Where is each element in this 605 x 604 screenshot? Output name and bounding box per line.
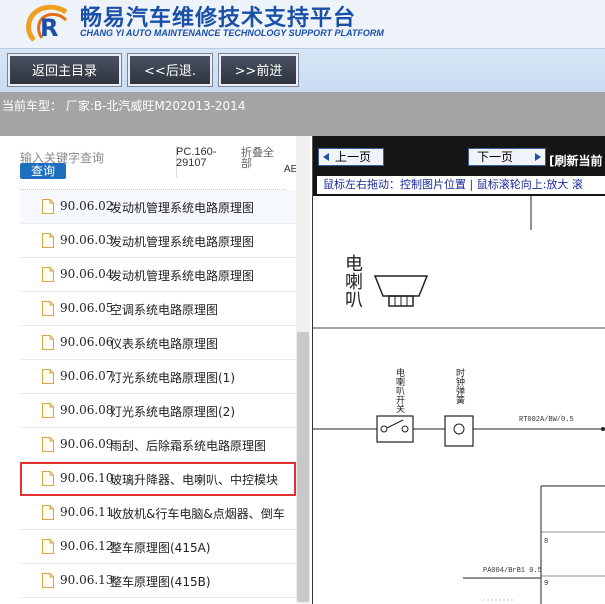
file-name: 整车原理图(415A) — [110, 541, 211, 555]
file-name: 发动机管理系统电路原理图 — [110, 269, 255, 283]
horn-switch-label: 电喇叭开关 — [394, 368, 404, 413]
refresh-button[interactable]: [刷新当前 — [549, 152, 603, 169]
app-window: R 畅易汽车维修技术支持平台 CHANG YI AUTO MAINTENANCE… — [0, 0, 605, 604]
document-icon — [42, 301, 54, 316]
next-page-button[interactable]: 下一页 — [468, 148, 546, 166]
file-list-item[interactable]: 90.06.13 整车原理图(415B) — [20, 564, 296, 598]
file-list-item[interactable]: 90.06.05 空调系统电路原理图 — [20, 292, 296, 326]
file-list-item[interactable]: 90.06.03 发动机管理系统电路原理图 — [20, 224, 296, 258]
horn-speaker-icon — [373, 275, 429, 297]
document-icon — [42, 471, 54, 486]
current-vehicle-label: 当前车型： 厂家:B-北汽威旺M202013-2014 — [2, 99, 246, 113]
pin-number-label: 8 — [544, 538, 549, 546]
clock-spring-coil — [453, 423, 465, 435]
document-icon — [42, 233, 54, 248]
document-icon — [42, 573, 54, 588]
file-list: 90.06.02 发动机管理系统电路原理图 90.06.03 发动机管理系统电路原理图… — [20, 190, 296, 598]
file-name: 发动机管理系统电路原理图 — [110, 201, 255, 215]
file-code: 90.06.08 — [60, 403, 114, 417]
file-name: 整车原理图(415B) — [110, 575, 211, 589]
document-icon — [42, 267, 54, 282]
arrow-right-icon — [535, 153, 541, 161]
switch-contact — [401, 425, 409, 433]
file-name: 收放机&行车电脑&点烟器、倒车 — [110, 507, 285, 521]
document-icon — [42, 505, 54, 520]
next-page-label: 下一页 — [477, 150, 514, 164]
document-icon — [42, 199, 54, 214]
prev-page-button[interactable]: 上一页 — [318, 148, 384, 166]
file-code: 90.06.05 — [60, 301, 114, 315]
file-list-item[interactable]: 90.06.08 灯光系统电路原理图(2) — [20, 394, 296, 428]
file-code: 90.06.07 — [60, 369, 114, 383]
switch-contact — [380, 425, 388, 433]
file-name: 玻璃升降器、电喇叭、中控模块 — [110, 473, 279, 487]
file-name: 雨刮、后除霜系统电路原理图 — [110, 439, 267, 453]
file-code: 90.06.13 — [60, 573, 114, 587]
file-list-item[interactable]: 90.06.11 收放机&行车电脑&点烟器、倒车 — [20, 496, 296, 530]
file-code: 90.06.03 — [60, 233, 114, 247]
file-list-item[interactable]: 90.06.04 发动机管理系统电路原理图 — [20, 258, 296, 292]
forward-button[interactable]: >>前进 — [219, 54, 298, 86]
arrow-left-icon — [323, 153, 329, 161]
diagram-title: 电喇叭 — [342, 254, 363, 308]
clock-spring-symbol — [444, 415, 474, 447]
svg-text:R: R — [40, 14, 58, 42]
file-code: 90.06.12 — [60, 539, 114, 553]
file-tree-panel: 输入关键字查询 查询 PC.160-29107 折叠全部 AE 90.06.02… — [0, 136, 310, 604]
file-code: 90.06.11 — [60, 505, 114, 519]
file-code: 90.06.04 — [60, 267, 114, 281]
document-icon — [42, 335, 54, 350]
file-name: 灯光系统电路原理图(2) — [110, 405, 235, 419]
app-header: R 畅易汽车维修技术支持平台 CHANG YI AUTO MAINTENANCE… — [0, 0, 605, 48]
main-toolbar: 返回主目录 <<后退. >>前进 — [0, 48, 605, 92]
collapse-all-button[interactable]: 折叠全部 — [241, 147, 281, 169]
clock-spring-label: 时钟弹簧 — [454, 368, 464, 404]
file-list-item[interactable]: 90.06.06 仪表系统电路原理图 — [20, 326, 296, 360]
prev-page-label: 上一页 — [335, 150, 372, 164]
document-icon — [42, 369, 54, 384]
wire-code-label: PA004/BrB1 0.5 — [483, 567, 542, 575]
file-list-item[interactable]: 90.06.10 玻璃升降器、电喇叭、中控模块 — [20, 462, 296, 496]
home-button[interactable]: 返回主目录 — [8, 54, 121, 86]
brand-subtitle: CHANG YI AUTO MAINTENANCE TECHNOLOGY SUP… — [80, 28, 384, 38]
file-list-scrollbar[interactable] — [296, 136, 310, 604]
cy-logo-icon: R — [26, 4, 68, 42]
file-code: 90.06.09 — [60, 437, 114, 451]
viewer-toolbar: 上一页 下一页 [刷新当前 鼠标左右拖动：控制图片位置 | 鼠标滚轮向上:放大 … — [312, 136, 605, 196]
doc-code-label: PC.160-29107 — [176, 146, 217, 169]
switch-lever — [386, 419, 404, 429]
diagram-viewer: 上一页 下一页 [刷新当前 鼠标左右拖动：控制图片位置 | 鼠标滚轮向上:放大 … — [312, 136, 605, 604]
file-list-item[interactable]: 90.06.09 雨刮、后除霜系统电路原理图 — [20, 428, 296, 462]
document-icon — [42, 539, 54, 554]
file-name: 发动机管理系统电路原理图 — [110, 235, 255, 249]
file-list-item[interactable]: 90.06.02 发动机管理系统电路原理图 — [20, 190, 296, 224]
document-icon — [42, 437, 54, 452]
search-button[interactable]: 查询 — [20, 163, 66, 179]
file-name: 仪表系统电路原理图 — [110, 337, 219, 351]
wire-junction — [601, 427, 605, 431]
file-code: 90.06.10 — [60, 471, 114, 485]
wire-code-label: RT002A/BW/0.5 — [519, 416, 574, 424]
document-icon — [42, 403, 54, 418]
file-code: 90.06.06 — [60, 335, 114, 349]
back-button[interactable]: <<后退. — [128, 54, 212, 86]
file-name: 空调系统电路原理图 — [110, 303, 219, 317]
pin-number-label: 9 — [544, 580, 549, 588]
scrollbar-thumb[interactable] — [297, 332, 309, 602]
file-list-item[interactable]: 90.06.12 整车原理图(415A) — [20, 530, 296, 564]
wiring-diagram[interactable]: 电喇叭 电喇叭开关 时钟弹簧 RT002A/BW/0.5 PA004/BrB1 … — [312, 196, 605, 604]
file-name: 灯光系统电路原理图(1) — [110, 371, 235, 385]
file-code: 90.06.02 — [60, 199, 114, 213]
vehicle-bar: 当前车型： 厂家:B-北汽威旺M202013-2014 — [0, 92, 605, 136]
viewer-instructions: 鼠标左右拖动：控制图片位置 | 鼠标滚轮向上:放大 滚 — [317, 176, 605, 194]
file-list-item[interactable]: 90.06.07 灯光系统电路原理图(1) — [20, 360, 296, 394]
